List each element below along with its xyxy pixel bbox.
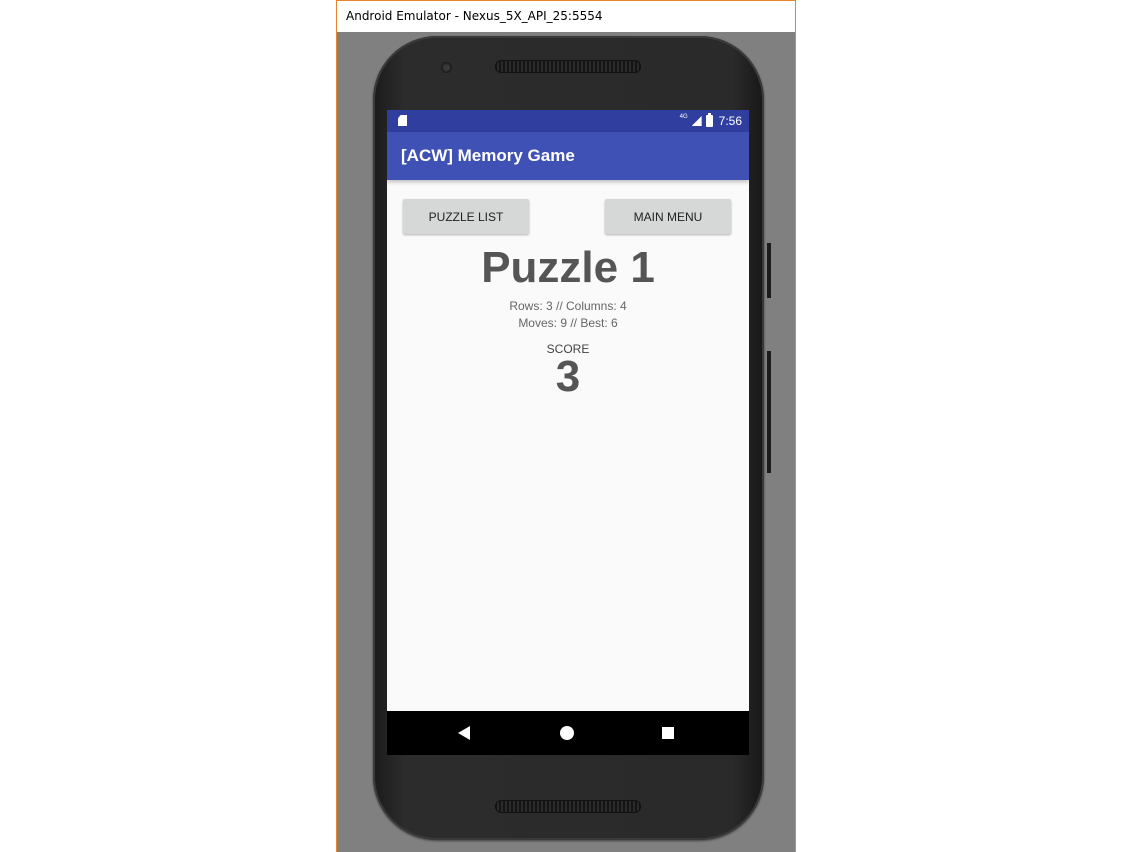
network-type: 4G — [679, 114, 688, 120]
top-speaker — [495, 60, 641, 73]
app-bar: [ACW] Memory Game — [387, 132, 749, 180]
back-icon[interactable] — [458, 726, 470, 740]
score-value: 3 — [555, 352, 581, 401]
navigation-bar — [387, 711, 749, 755]
puzzle-title: Puzzle 1 — [481, 243, 655, 292]
window-titlebar[interactable]: Android Emulator - Nexus_5X_API_25:5554 — [337, 1, 795, 32]
recents-icon[interactable] — [662, 727, 674, 739]
main-menu-button[interactable]: MAIN MENU — [605, 199, 731, 234]
device-screen: 4G 7:56 [ACW] Memory Game PUZZLE LIST MA… — [387, 110, 749, 755]
status-bar: 4G 7:56 — [387, 110, 749, 132]
puzzle-list-button[interactable]: PUZZLE LIST — [403, 199, 529, 234]
phone-frame: 4G 7:56 [ACW] Memory Game PUZZLE LIST MA… — [373, 36, 764, 840]
puzzle-moves: Moves: 9 // Best: 6 — [518, 316, 618, 330]
puzzle-dimensions: Rows: 3 // Columns: 4 — [509, 299, 627, 313]
bottom-speaker — [495, 800, 641, 813]
status-clock: 7:56 — [718, 114, 742, 128]
signal-icon — [691, 116, 702, 126]
home-icon[interactable] — [560, 726, 574, 740]
power-button[interactable] — [767, 243, 771, 298]
status-icons: 4G 7:56 — [680, 110, 742, 132]
window-title: Android Emulator - Nexus_5X_API_25:5554 — [346, 9, 603, 23]
app-title: [ACW] Memory Game — [401, 146, 575, 165]
volume-button[interactable] — [767, 351, 771, 473]
emulator-window: Android Emulator - Nexus_5X_API_25:5554 … — [336, 0, 796, 852]
battery-icon — [705, 113, 713, 127]
front-camera-icon — [441, 62, 452, 73]
sd-card-icon — [398, 115, 407, 126]
